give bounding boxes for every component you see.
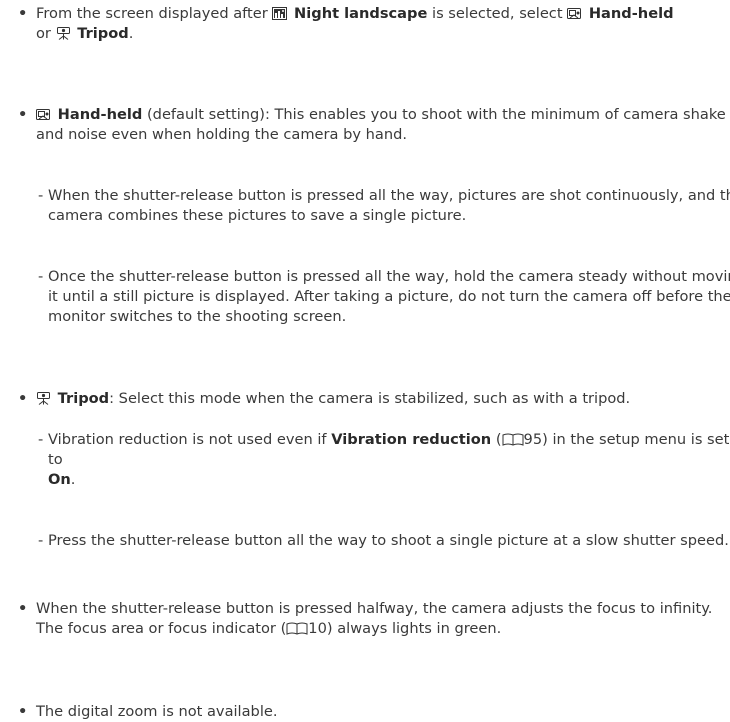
b2-hand-held: Hand-held (57, 106, 143, 123)
b1-night-landscape: Night landscape (294, 5, 428, 22)
night-landscape-icon (272, 7, 288, 20)
b3-sub-slow-shutter: Press the shutter-release button all the… (18, 531, 730, 551)
b3-sub1-period: . (70, 471, 76, 488)
bullet-select-mode: From the screen displayed after Night la… (18, 4, 730, 44)
b3-vibration-reduction: Vibration reduction (331, 431, 492, 448)
b3-description: : Select this mode when the camera is st… (109, 390, 631, 407)
manual-page: From the screen displayed after Night la… (0, 0, 730, 722)
b2-sub2-text: Once the shutter-release button is press… (48, 268, 730, 325)
tripod-icon (56, 27, 71, 40)
bullet-focus: When the shutter-release button is press… (18, 599, 730, 639)
b5-text: The digital zoom is not available. (36, 703, 278, 720)
b1-hand-held: Hand-held (588, 5, 674, 22)
book-reference-icon (286, 622, 308, 635)
bullet-hand-held: Hand-held (default setting): This enable… (18, 105, 730, 145)
b1-text-3: or (36, 25, 51, 42)
b3-page-ref[interactable]: 95 (524, 431, 543, 448)
b1-text-1: From the screen displayed after (36, 5, 268, 22)
b4-text-2: ) always lights in green. (326, 620, 502, 637)
b4-page-ref[interactable]: 10 (308, 620, 327, 637)
b3-sub2-text: Press the shutter-release button all the… (48, 532, 729, 549)
b3-on: On (48, 471, 71, 488)
hand-held-icon (567, 7, 582, 20)
hand-held-icon (36, 108, 51, 121)
tripod-icon (36, 392, 51, 405)
b2-sub-continuous: When the shutter-release button is press… (18, 186, 730, 226)
b2-sub1-text: When the shutter-release button is press… (48, 187, 730, 224)
b1-period: . (128, 25, 134, 42)
book-reference-icon (502, 433, 524, 446)
bullet-digital-zoom: The digital zoom is not available. (18, 702, 730, 722)
b2-sub-hold-steady: Once the shutter-release button is press… (18, 267, 730, 327)
b3-sub-vibration: Vibration reduction is not used even if … (18, 430, 730, 490)
b3-tripod: Tripod (57, 390, 110, 407)
bullet-tripod: Tripod: Select this mode when the camera… (18, 389, 730, 409)
b1-tripod: Tripod (77, 25, 129, 42)
b3-sub1-text-a: Vibration reduction is not used even if (48, 431, 327, 448)
b1-text-2: is selected, select (432, 5, 563, 22)
